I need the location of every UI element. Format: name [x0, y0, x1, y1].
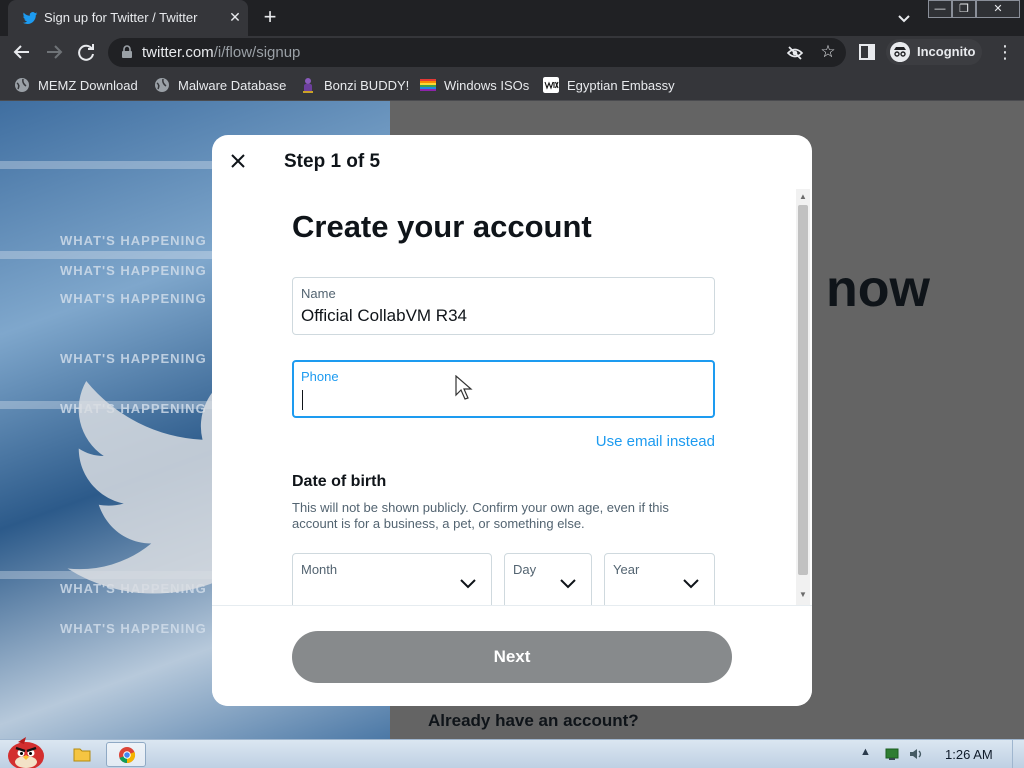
date-of-birth-description: This will not be shown publicly. Confirm…: [292, 500, 669, 531]
month-select[interactable]: Month: [292, 553, 492, 605]
scrollbar-thumb[interactable]: [798, 205, 808, 575]
text-caret: [302, 390, 303, 410]
window-minimize-button[interactable]: —: [928, 0, 952, 18]
folder-icon: [73, 748, 91, 762]
url-text: twitter.com/i/flow/signup: [142, 44, 300, 61]
chevron-down-icon: [460, 579, 476, 589]
url-path: /i/flow/signup: [213, 44, 301, 61]
taskbar-chrome[interactable]: [106, 742, 146, 767]
hero-heading-word: now: [826, 260, 930, 318]
browser-toolbar: twitter.com/i/flow/signup ☆ Incognito ⋮: [0, 36, 1024, 69]
tray-expand-icon[interactable]: ▲: [860, 746, 871, 758]
chrome-icon: [119, 747, 136, 764]
bookmark-label: Bonzi BUDDY!: [324, 77, 410, 93]
chevron-down-icon: [560, 579, 576, 589]
bookmark-windows-isos[interactable]: Windows ISOs: [420, 76, 529, 94]
show-desktop-button[interactable]: [1012, 740, 1024, 768]
already-have-account-text: Already have an account?: [428, 711, 639, 730]
year-select-label: Year: [613, 562, 640, 577]
bookmark-star-icon[interactable]: ☆: [818, 42, 838, 62]
date-of-birth-title: Date of birth: [292, 473, 387, 490]
side-panel-icon[interactable]: [858, 43, 876, 61]
incognito-badge[interactable]: Incognito: [886, 39, 982, 65]
bookmarks-bar: MEMZ Download Malware Database Bonzi BUD…: [0, 69, 1024, 101]
scroll-down-arrow-icon[interactable]: ▼: [796, 589, 810, 601]
bookmark-egyptian-embassy[interactable]: Egyptian Embassy: [543, 76, 675, 94]
year-select[interactable]: Year: [604, 553, 715, 605]
phone-field[interactable]: Phone: [292, 360, 715, 418]
rainbow-flag-icon: [420, 79, 436, 91]
signup-page: WHAT'S HAPPENING WHAT'S HAPPENING WHAT'S…: [0, 101, 1024, 739]
month-select-label: Month: [301, 562, 338, 577]
bookmark-label: Windows ISOs: [444, 77, 530, 93]
bonzi-icon: [303, 78, 313, 93]
phone-field-label: Phone: [301, 369, 339, 384]
windows-taskbar: ▲ 1:26 AM: [0, 737, 1024, 768]
browser-tabbar: Sign up for Twitter / Twitter ✕ + — ❐ ✕: [0, 0, 1024, 36]
hero-slogan: WHAT'S HAPPENING: [60, 263, 207, 278]
name-field-label: Name: [301, 286, 336, 301]
reload-icon[interactable]: [74, 40, 98, 64]
hero-slogan: WHAT'S HAPPENING: [60, 233, 207, 248]
wix-icon: [543, 77, 559, 93]
name-field-value[interactable]: Official CollabVM R34: [301, 306, 467, 326]
browser-tab[interactable]: Sign up for Twitter / Twitter ✕: [8, 0, 248, 36]
taskbar-clock[interactable]: 1:26 AM: [945, 747, 993, 762]
start-button-angry-bird-icon[interactable]: [4, 734, 50, 768]
lock-icon[interactable]: [120, 45, 134, 59]
bookmark-bonzi-buddy[interactable]: Bonzi BUDDY!: [300, 76, 409, 94]
twitter-bird-icon: [22, 12, 38, 25]
url-host: twitter.com: [142, 44, 214, 61]
modal-scroll-area[interactable]: Create your account Name Official Collab…: [212, 189, 812, 605]
day-select-label: Day: [513, 562, 537, 577]
next-button[interactable]: Next: [292, 631, 732, 683]
taskbar-explorer[interactable]: [62, 742, 102, 767]
scroll-up-arrow-icon[interactable]: ▲: [796, 191, 810, 203]
address-bar[interactable]: twitter.com/i/flow/signup ☆: [108, 38, 846, 67]
bookmark-memz-download[interactable]: MEMZ Download: [14, 76, 138, 94]
volume-icon[interactable]: [908, 747, 924, 761]
incognito-label: Incognito: [917, 44, 976, 59]
window-restore-button[interactable]: ❐: [952, 0, 976, 18]
close-icon[interactable]: [228, 151, 248, 171]
step-indicator: Step 1 of 5: [284, 151, 381, 172]
hero-slogan: WHAT'S HAPPENING: [60, 291, 207, 306]
page-title: Create your account: [292, 209, 592, 244]
day-select[interactable]: Day: [504, 553, 592, 605]
bookmark-label: MEMZ Download: [38, 77, 138, 93]
bookmark-label: Egyptian Embassy: [567, 77, 675, 93]
signup-modal: Step 1 of 5 Create your account Name Off…: [212, 135, 812, 706]
window-close-button[interactable]: ✕: [976, 0, 1020, 18]
tab-close-icon[interactable]: ✕: [226, 8, 244, 26]
network-icon[interactable]: [884, 747, 900, 761]
modal-scrollbar[interactable]: ▲ ▼: [796, 189, 810, 605]
bookmark-malware-database[interactable]: Malware Database: [154, 76, 286, 94]
mouse-cursor-icon: [455, 375, 473, 400]
back-arrow-icon[interactable]: [10, 40, 34, 64]
eye-off-icon[interactable]: [786, 44, 804, 62]
incognito-icon: [890, 42, 910, 62]
forward-arrow-icon[interactable]: [42, 40, 66, 64]
use-email-instead-link[interactable]: Use email instead: [292, 433, 715, 450]
chevron-down-icon: [683, 579, 699, 589]
globe-icon: [155, 78, 169, 92]
new-tab-button[interactable]: +: [258, 6, 282, 30]
globe-icon: [15, 78, 29, 92]
tab-title: Sign up for Twitter / Twitter: [44, 10, 198, 25]
name-field[interactable]: Name Official CollabVM R34: [292, 277, 715, 335]
tab-search-chevron-icon[interactable]: [894, 8, 914, 28]
modal-footer: Next: [212, 605, 812, 706]
bookmark-label: Malware Database: [178, 77, 287, 93]
browser-menu-icon[interactable]: ⋮: [996, 41, 1014, 63]
